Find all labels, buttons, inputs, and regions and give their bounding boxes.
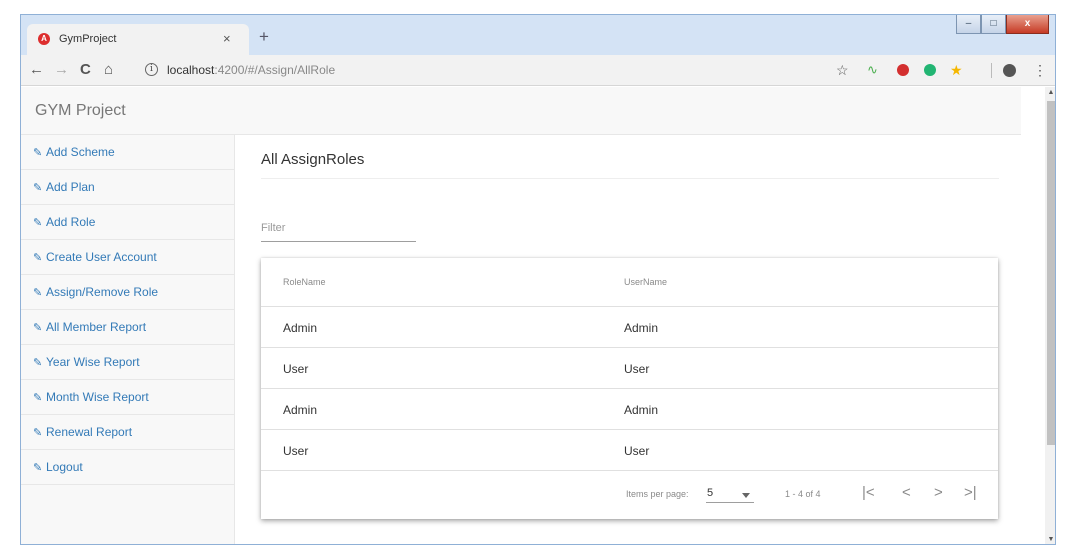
address-bar[interactable]: localhost:4200/#/Assign/AllRole bbox=[167, 63, 335, 77]
edit-icon: ✎ bbox=[33, 357, 43, 369]
arrow-extension-icon[interactable]: ∿ bbox=[867, 61, 878, 79]
previous-page-button[interactable]: < bbox=[902, 484, 911, 502]
adblock-icon[interactable] bbox=[897, 64, 909, 76]
column-header-username[interactable]: UserName bbox=[624, 277, 667, 287]
browser-titlebar: A GymProject × + – □ x bbox=[21, 15, 1055, 55]
sidebar-item-label: Assign/Remove Role bbox=[46, 285, 159, 299]
sidebar-item-logout[interactable]: ✎ Logout bbox=[21, 450, 234, 485]
edit-icon: ✎ bbox=[33, 287, 43, 299]
bookmark-star-icon[interactable]: ☆ bbox=[836, 61, 849, 79]
table-header: RoleName UserName bbox=[261, 258, 998, 307]
tab-title: GymProject bbox=[59, 33, 117, 45]
sidebar-item-add-scheme[interactable]: ✎ Add Scheme bbox=[21, 135, 234, 170]
sidebar: ✎ Add Scheme ✎ Add Plan ✎ Add Role ✎ Create … bbox=[21, 135, 235, 544]
cell-username: User bbox=[624, 362, 650, 376]
items-per-page-label: Items per page: bbox=[626, 489, 689, 499]
page-size-value: 5 bbox=[707, 487, 714, 499]
cell-rolename: Admin bbox=[283, 321, 318, 335]
range-label: 1 - 4 of 4 bbox=[785, 489, 821, 499]
filter-field[interactable] bbox=[261, 218, 416, 242]
last-page-button[interactable]: >| bbox=[964, 484, 977, 502]
sidebar-item-all-member-report[interactable]: ✎ All Member Report bbox=[21, 310, 234, 345]
scroll-thumb[interactable] bbox=[1047, 101, 1055, 445]
cell-username: User bbox=[624, 444, 650, 458]
maximize-button[interactable]: □ bbox=[981, 15, 1006, 34]
brand-title[interactable]: GYM Project bbox=[35, 102, 126, 120]
home-icon[interactable]: ⌂ bbox=[104, 61, 113, 79]
paginator: Items per page: 5 1 - 4 of 4 |< < > >| bbox=[261, 471, 998, 519]
page-title: All AssignRoles bbox=[261, 151, 365, 168]
sidebar-item-month-wise-report[interactable]: ✎ Month Wise Report bbox=[21, 380, 234, 415]
cell-rolename: User bbox=[283, 362, 309, 376]
edit-icon: ✎ bbox=[33, 182, 43, 194]
table-row[interactable]: Admin Admin bbox=[261, 307, 998, 348]
site-info-icon[interactable]: i bbox=[145, 63, 158, 76]
edit-icon: ✎ bbox=[33, 322, 43, 334]
cell-rolename: Admin bbox=[283, 403, 318, 417]
column-header-rolename[interactable]: RoleName bbox=[283, 277, 326, 287]
browser-toolbar: ← → C ⌂ i localhost:4200/#/Assign/AllRol… bbox=[21, 55, 1055, 86]
browser-menu-icon[interactable]: ⋮ bbox=[1033, 61, 1047, 79]
page-size-select[interactable]: 5 bbox=[706, 485, 754, 503]
web-page: GYM Project ✎ Add Scheme ✎ Add Plan ✎ Add R… bbox=[21, 87, 1045, 544]
dropdown-caret-icon bbox=[742, 493, 750, 498]
first-page-button[interactable]: |< bbox=[862, 484, 875, 502]
edit-icon: ✎ bbox=[33, 427, 43, 439]
new-tab-button[interactable]: + bbox=[259, 28, 269, 45]
main-content: All AssignRoles RoleName UserName Admin … bbox=[261, 135, 1001, 544]
url-path: :4200/#/Assign/AllRole bbox=[214, 63, 336, 77]
sidebar-item-create-user-account[interactable]: ✎ Create User Account bbox=[21, 240, 234, 275]
tab-close-icon[interactable]: × bbox=[223, 31, 231, 46]
yellow-star-extension-icon[interactable]: ★ bbox=[950, 61, 963, 79]
cell-username: Admin bbox=[624, 321, 659, 335]
edit-icon: ✎ bbox=[33, 462, 43, 474]
minimize-button[interactable]: – bbox=[956, 15, 981, 34]
sidebar-item-label: Add Role bbox=[46, 215, 96, 229]
sidebar-item-label: Logout bbox=[46, 460, 83, 474]
sidebar-item-add-role[interactable]: ✎ Add Role bbox=[21, 205, 234, 240]
sidebar-item-year-wise-report[interactable]: ✎ Year Wise Report bbox=[21, 345, 234, 380]
angular-favicon-icon: A bbox=[38, 33, 50, 45]
table-row[interactable]: Admin Admin bbox=[261, 389, 998, 430]
scroll-down-icon[interactable]: ▼ bbox=[1045, 534, 1055, 544]
sidebar-item-label: Add Plan bbox=[46, 180, 95, 194]
sidebar-item-label: All Member Report bbox=[46, 320, 147, 334]
edit-icon: ✎ bbox=[33, 392, 43, 404]
close-window-button[interactable]: x bbox=[1006, 15, 1049, 34]
sidebar-item-add-plan[interactable]: ✎ Add Plan bbox=[21, 170, 234, 205]
page-scrollbar[interactable]: ▲ ▼ bbox=[1045, 87, 1055, 544]
edit-icon: ✎ bbox=[33, 147, 43, 159]
cell-username: Admin bbox=[624, 403, 659, 417]
roles-table-card: RoleName UserName Admin Admin User User … bbox=[261, 258, 998, 519]
forward-arrow-icon[interactable]: → bbox=[54, 61, 69, 79]
edit-icon: ✎ bbox=[33, 252, 43, 264]
reload-icon[interactable]: C bbox=[80, 61, 91, 79]
scroll-up-icon[interactable]: ▲ bbox=[1045, 87, 1055, 99]
sidebar-item-label: Year Wise Report bbox=[46, 355, 140, 369]
url-host: localhost bbox=[167, 63, 215, 77]
sidebar-item-label: Add Scheme bbox=[46, 145, 115, 159]
sidebar-item-renewal-report[interactable]: ✎ Renewal Report bbox=[21, 415, 234, 450]
table-row[interactable]: User User bbox=[261, 348, 998, 389]
next-page-button[interactable]: > bbox=[934, 484, 943, 502]
back-arrow-icon[interactable]: ← bbox=[29, 61, 44, 79]
browser-window: A GymProject × + – □ x ← → C ⌂ i localho… bbox=[20, 14, 1056, 545]
cell-rolename: User bbox=[283, 444, 309, 458]
top-navbar: GYM Project bbox=[21, 87, 1021, 135]
table-row[interactable]: User User bbox=[261, 430, 998, 471]
sidebar-item-label: Month Wise Report bbox=[46, 390, 149, 404]
title-divider bbox=[261, 178, 999, 179]
green-extension-icon[interactable] bbox=[924, 64, 936, 76]
filter-input[interactable] bbox=[261, 220, 416, 234]
edit-icon: ✎ bbox=[33, 217, 43, 229]
browser-tab[interactable]: A GymProject × bbox=[27, 24, 249, 55]
sidebar-item-assign-remove-role[interactable]: ✎ Assign/Remove Role bbox=[21, 275, 234, 310]
profile-icon[interactable] bbox=[1003, 64, 1016, 77]
sidebar-item-label: Create User Account bbox=[46, 250, 157, 264]
sidebar-item-label: Renewal Report bbox=[46, 425, 133, 439]
window-controls: – □ x bbox=[956, 15, 1049, 34]
toolbar-separator bbox=[991, 63, 992, 78]
